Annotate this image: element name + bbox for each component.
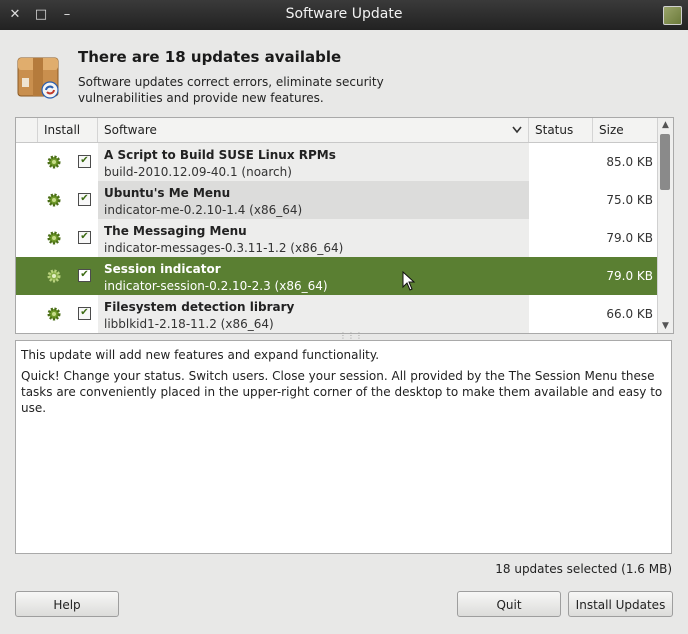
column-install[interactable]: Install [38,118,98,142]
install-updates-button[interactable]: Install Updates [568,591,673,617]
column-status[interactable]: Status [529,118,593,142]
gear-icon [47,155,61,169]
update-row[interactable]: ✔ Ubuntu's Me Menu indicator-me-0.2.10-1… [16,181,657,219]
update-row[interactable]: ✔ A Script to Build SUSE Linux RPMs buil… [16,143,657,181]
update-size: 79.0 KB [606,231,653,245]
gear-icon [47,193,61,207]
update-name: Filesystem detection library [104,300,295,314]
chevron-down-icon [512,126,522,134]
gear-icon [47,307,61,321]
software-cell: A Script to Build SUSE Linux RPMs build-… [98,143,529,181]
update-size: 85.0 KB [606,155,653,169]
update-name: Session indicator [104,262,221,276]
header-title: There are 18 updates available [78,48,342,66]
update-size: 79.0 KB [606,269,653,283]
package-update-icon [17,57,59,99]
quit-button[interactable]: Quit [457,591,561,617]
column-size[interactable]: Size [593,118,657,142]
help-button[interactable]: Help [15,591,119,617]
selection-summary: 18 updates selected (1.6 MB) [495,562,672,576]
scroll-up-arrow-icon[interactable]: ▲ [658,118,673,132]
column-spacer [16,118,38,142]
mouse-pointer-icon [402,271,416,291]
update-name: Ubuntu's Me Menu [104,186,231,200]
update-name: A Script to Build SUSE Linux RPMs [104,148,336,162]
update-row[interactable]: ✔ The Messaging Menu indicator-messages-… [16,219,657,257]
updates-list[interactable]: Install Software Status Size ✔ A Script … [15,117,674,334]
details-body: Quick! Change your status. Switch users.… [21,369,663,415]
title-bar: ✕ □ – Software Update [0,0,688,30]
gear-icon [47,269,61,283]
updates-scrollbar[interactable]: ▲ ▼ [657,118,673,333]
header-description: Software updates correct errors, elimina… [78,75,384,105]
update-row[interactable]: ✔ Filesystem detection library libblkid1… [16,295,657,333]
column-header-row: Install Software Status Size [16,118,657,143]
scroll-down-arrow-icon[interactable]: ▼ [658,319,673,333]
window-title: Software Update [285,6,403,22]
pane-resize-handle[interactable]: ⋮⋮⋮ [339,332,363,340]
update-name: The Messaging Menu [104,224,247,238]
software-cell: Filesystem detection library libblkid1-2… [98,295,529,333]
software-cell: Session indicator indicator-session-0.2.… [98,257,529,295]
update-version: libblkid1-2.18-11.2 (x86_64) [104,317,274,331]
update-version: build-2010.12.09-40.1 (noarch) [104,165,292,179]
column-software-label: Software [104,123,157,137]
scrollbar-thumb[interactable] [660,134,670,190]
column-software[interactable]: Software [98,118,529,142]
install-checkbox[interactable]: ✔ [78,269,91,282]
app-icon [663,6,682,25]
update-size: 75.0 KB [606,193,653,207]
gear-icon [47,231,61,245]
details-summary: This update will add new features and ex… [21,348,380,362]
install-checkbox[interactable]: ✔ [78,193,91,206]
software-cell: The Messaging Menu indicator-messages-0.… [98,219,529,257]
install-checkbox[interactable]: ✔ [78,307,91,320]
update-row-selected[interactable]: ✔ Session indicator indicator-session-0.… [16,257,657,295]
update-details-text[interactable]: This update will add new features and ex… [15,340,672,554]
update-version: indicator-me-0.2.10-1.4 (x86_64) [104,203,303,217]
install-checkbox[interactable]: ✔ [78,155,91,168]
install-checkbox[interactable]: ✔ [78,231,91,244]
update-version: indicator-session-0.2.10-2.3 (x86_64) [104,279,328,293]
update-version: indicator-messages-0.3.11-1.2 (x86_64) [104,241,344,255]
update-size: 66.0 KB [606,307,653,321]
software-cell: Ubuntu's Me Menu indicator-me-0.2.10-1.4… [98,181,529,219]
